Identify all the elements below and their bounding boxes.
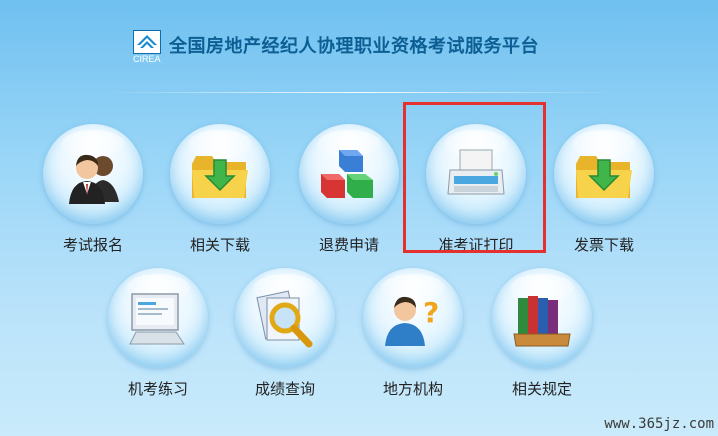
folder-download-icon — [192, 156, 248, 198]
tile-label: 发票下载 — [573, 236, 634, 254]
svg-text:?: ? — [423, 296, 439, 329]
orb — [492, 268, 592, 368]
orb — [235, 268, 335, 368]
logo-roof-icon — [137, 35, 157, 48]
watermark: www.365jz.com — [604, 416, 714, 432]
tile-label: 相关下载 — [189, 236, 250, 254]
folder-download-icon — [576, 156, 632, 198]
tile-label: 考试报名 — [62, 236, 123, 254]
computer-icon — [129, 293, 185, 345]
magnifier-icon — [256, 290, 313, 348]
cubes-icon — [321, 150, 373, 198]
tile-computer-exam-practice[interactable]: 机考练习 — [98, 268, 218, 408]
users-icon — [69, 154, 119, 204]
orb — [170, 124, 270, 224]
tile-label: 机考练习 — [127, 380, 188, 398]
orb — [108, 268, 208, 368]
tile-label: 相关规定 — [511, 380, 572, 398]
tile-invoice-download[interactable]: 发票下载 — [544, 124, 664, 264]
orb: ? — [363, 268, 463, 368]
printer-icon — [447, 149, 505, 195]
tile-related-downloads[interactable]: 相关下载 — [160, 124, 280, 264]
orb — [299, 124, 399, 224]
person-question-icon: ? — [385, 296, 439, 346]
tile-label: 退费申请 — [318, 236, 379, 254]
tile-score-inquiry[interactable]: 成绩查询 — [225, 268, 345, 408]
tile-refund-application[interactable]: 退费申请 — [289, 124, 409, 264]
tile-exam-registration[interactable]: 考试报名 — [33, 124, 153, 264]
tile-label: 成绩查询 — [254, 380, 315, 398]
tile-local-agencies[interactable]: ? 地方机构 — [353, 268, 473, 408]
tile-related-regulations[interactable]: 相关规定 — [482, 268, 602, 408]
logo-mark — [133, 30, 161, 54]
books-icon — [513, 296, 571, 347]
site-title: 全国房地产经纪人协理职业资格考试服务平台 — [169, 36, 539, 57]
logo-text: CIREA — [133, 54, 161, 64]
cirea-logo: CIREA — [133, 30, 161, 64]
orb — [554, 124, 654, 224]
header-divider — [100, 92, 620, 93]
tile-label: 地方机构 — [382, 380, 443, 398]
orb — [43, 124, 143, 224]
